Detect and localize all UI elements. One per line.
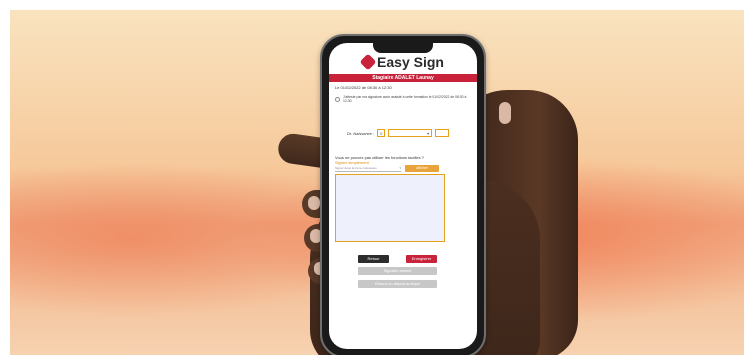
fingernail [499, 102, 511, 124]
session-date: Le 01/02/2022 de 08:30 à 12:30 [335, 85, 392, 90]
trainee-banner: Stagiaire ADALET Launay [329, 74, 477, 82]
retard-depart-button[interactable]: Retard ou départ anticipé [358, 280, 437, 288]
app-logo: Easy Sign [329, 53, 477, 73]
birth-day-value: 0 [380, 130, 383, 136]
birth-date-label: Dt. Naissance : [347, 130, 375, 136]
smartphone: Easy Sign Stagiaire ADALET Launay Le 01/… [320, 34, 486, 355]
photo-background: Easy Sign Stagiaire ADALET Launay Le 01/… [10, 10, 744, 355]
logo-mark-icon [359, 53, 377, 71]
retour-button[interactable]: Retour [358, 255, 389, 263]
consent-row[interactable]: J'atteste par ma signature avoir assisté… [335, 95, 473, 104]
consent-text: J'atteste par ma signature avoir assisté… [343, 95, 467, 104]
afficher-button[interactable]: Afficher [405, 165, 439, 172]
birth-month-select[interactable]: ▾ [388, 129, 433, 137]
signature-mode-select[interactable]: Signer dans la zone ci-dessous ▾ [335, 166, 401, 172]
fingernail [308, 196, 320, 210]
function-row: Signer dans la zone ci-dessous ▾ Affiche… [335, 165, 453, 172]
signature-pad[interactable] [335, 174, 445, 242]
chevron-down-icon: ▾ [399, 166, 401, 170]
touch-help: Vous ne pouvez pas utiliser les fonction… [335, 155, 473, 165]
consent-checkbox[interactable] [335, 97, 340, 102]
chevron-down-icon: ▾ [427, 130, 430, 136]
signaler-absent-button[interactable]: Signaler absent [358, 267, 437, 275]
birth-date-row: Dt. Naissance : 0 ▾ [347, 129, 450, 137]
phone-notch [373, 43, 433, 53]
signature-mode-placeholder: Signer dans la zone ci-dessous [335, 166, 377, 170]
logo-text: Easy Sign [377, 53, 444, 70]
birth-year-select[interactable] [435, 129, 450, 137]
phone-screen: Easy Sign Stagiaire ADALET Launay Le 01/… [329, 43, 477, 349]
birth-day-select[interactable]: 0 [377, 129, 386, 137]
enregistrer-button[interactable]: Enregistrer [406, 255, 437, 263]
